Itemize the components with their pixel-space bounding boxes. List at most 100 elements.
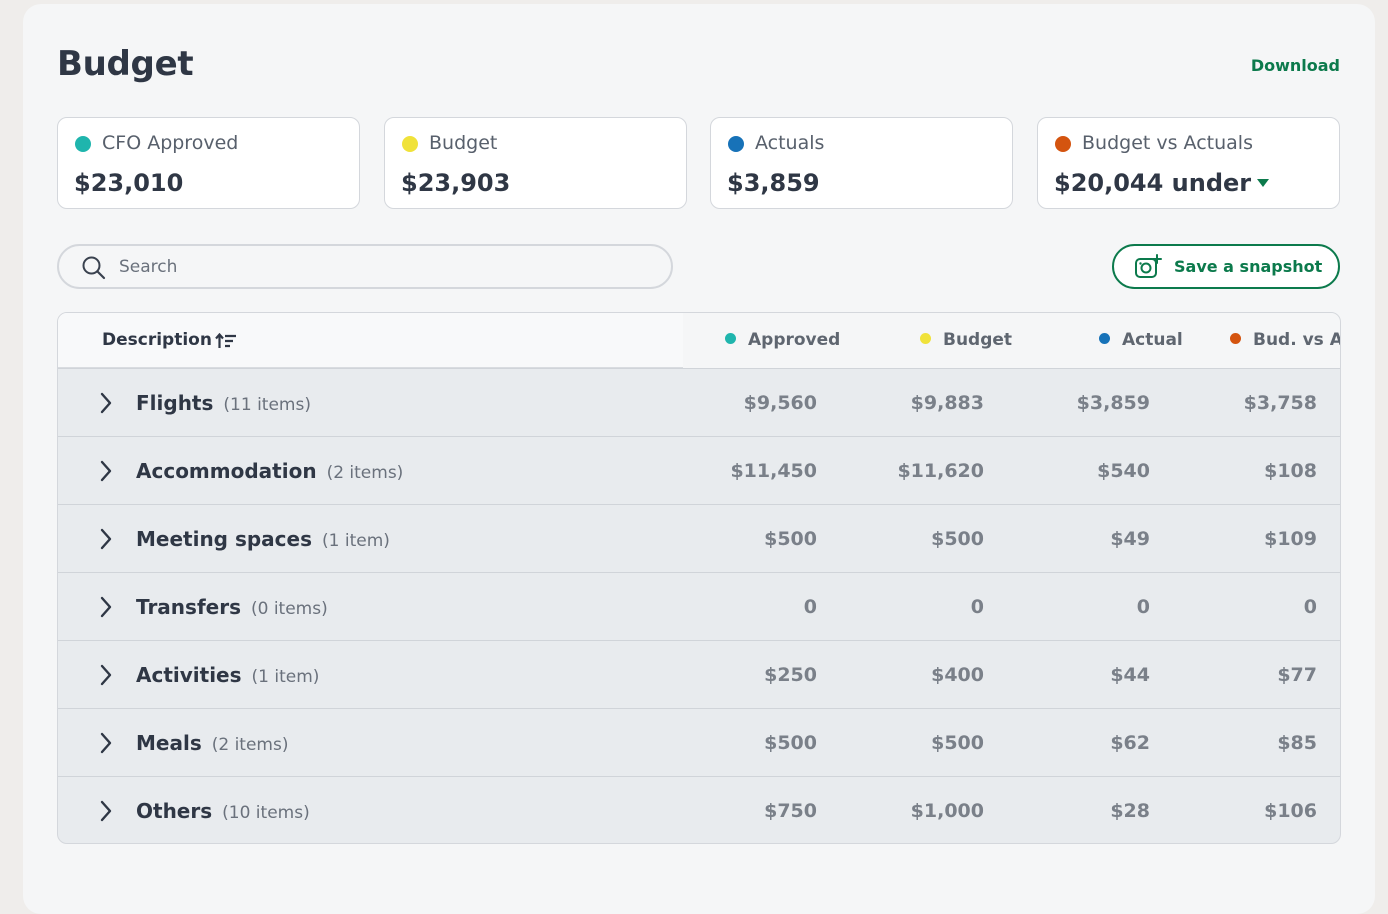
chevron-right-icon[interactable] xyxy=(99,527,113,551)
table-row[interactable]: Transfers (0 items) 0 0 0 0 xyxy=(58,572,1340,640)
row-item-count: (2 items) xyxy=(211,735,289,755)
caret-down-icon[interactable] xyxy=(1257,179,1269,187)
chevron-right-icon[interactable] xyxy=(99,391,113,415)
variance-dot-icon xyxy=(1055,136,1071,152)
row-item-count: (10 items) xyxy=(222,803,310,823)
approved-cell: $500 xyxy=(764,732,817,754)
save-snapshot-label: Save a snapshot xyxy=(1174,257,1323,276)
chevron-right-icon[interactable] xyxy=(99,663,113,687)
variance-dot-icon xyxy=(1230,333,1241,344)
budget-panel: Budget Download CFO Approved $23,010 Bud… xyxy=(23,4,1375,914)
row-label: Flights xyxy=(136,391,214,415)
row-item-count: (2 items) xyxy=(326,463,404,483)
row-label: Meals xyxy=(136,731,202,755)
table-row[interactable]: Activities (1 item) $250 $400 $44 $77 xyxy=(58,640,1340,708)
card-value: $23,903 xyxy=(401,169,511,197)
row-label: Accommodation xyxy=(136,459,317,483)
row-name: Meals (2 items) xyxy=(136,731,288,755)
row-label: Others xyxy=(136,799,213,823)
table-row[interactable]: Accommodation (2 items) $11,450 $11,620 $540… xyxy=(58,436,1340,504)
card-label: CFO Approved xyxy=(102,132,239,154)
card-value: $20,044 under xyxy=(1054,169,1252,197)
actual-cell: $28 xyxy=(1110,800,1150,822)
row-item-count: (1 item) xyxy=(251,667,320,687)
card-value: $23,010 xyxy=(74,169,184,197)
row-name: Transfers (0 items) xyxy=(136,595,328,619)
card-budget-vs-actuals[interactable]: Budget vs Actuals $20,044 under xyxy=(1037,117,1340,209)
card-budget: Budget $23,903 xyxy=(384,117,687,209)
page-title: Budget xyxy=(57,44,194,84)
budget-cell: $400 xyxy=(931,664,984,686)
budget-column-header[interactable]: Budget xyxy=(920,330,1012,350)
budget-cell: $500 xyxy=(931,732,984,754)
row-name: Accommodation (2 items) xyxy=(136,459,403,483)
column-label: Actual xyxy=(1122,330,1183,350)
budget-cell: $1,000 xyxy=(910,800,984,822)
variance-cell: $85 xyxy=(1277,732,1317,754)
table-row[interactable]: Meals (2 items) $500 $500 $62 $85 xyxy=(58,708,1340,776)
approved-cell: $9,560 xyxy=(743,392,817,414)
table-row[interactable]: Meeting spaces (1 item) $500 $500 $49 $109 xyxy=(58,504,1340,572)
approved-dot-icon xyxy=(75,136,91,152)
approved-cell: $750 xyxy=(764,800,817,822)
camera-plus-icon xyxy=(1135,254,1162,278)
budget-cell: 0 xyxy=(970,596,984,618)
actual-column-header[interactable]: Actual xyxy=(1099,330,1183,350)
row-item-count: (1 item) xyxy=(322,531,390,551)
approved-cell: $250 xyxy=(764,664,817,686)
budget-dot-icon xyxy=(920,333,931,344)
variance-cell: $108 xyxy=(1264,460,1317,482)
card-label: Budget vs Actuals xyxy=(1082,132,1253,154)
actual-cell: $44 xyxy=(1110,664,1150,686)
card-value: $3,859 xyxy=(727,169,820,197)
actual-cell: $49 xyxy=(1110,528,1150,550)
actual-cell: $62 xyxy=(1110,732,1150,754)
actual-cell: $540 xyxy=(1097,460,1150,482)
row-item-count: (0 items) xyxy=(250,599,328,619)
budget-cell: $9,883 xyxy=(910,392,984,414)
sort-icon[interactable] xyxy=(215,333,237,349)
card-label: Actuals xyxy=(755,132,825,154)
variance-cell: $106 xyxy=(1264,800,1317,822)
approved-cell: 0 xyxy=(803,596,817,618)
column-label: Approved xyxy=(748,330,841,350)
chevron-right-icon[interactable] xyxy=(99,731,113,755)
row-item-count: (11 items) xyxy=(223,395,311,415)
download-link[interactable]: Download xyxy=(1251,56,1340,75)
variance-column-header[interactable]: Bud. vs Ac xyxy=(1230,330,1340,350)
chevron-right-icon[interactable] xyxy=(99,459,113,483)
actual-cell: $3,859 xyxy=(1076,392,1150,414)
row-label: Activities xyxy=(136,663,242,687)
table-row[interactable]: Others (10 items) $750 $1,000 $28 $106 xyxy=(58,776,1340,843)
row-name: Flights (11 items) xyxy=(136,391,311,415)
search-input[interactable] xyxy=(119,253,649,281)
row-name: Others (10 items) xyxy=(136,799,310,823)
card-cfo-approved: CFO Approved $23,010 xyxy=(57,117,360,209)
row-name: Meeting spaces (1 item) xyxy=(136,527,390,551)
search-box[interactable] xyxy=(57,244,673,289)
column-label: Budget xyxy=(943,330,1013,350)
budget-dot-icon xyxy=(402,136,418,152)
budget-table: Description Approved Budget Actual Bud. … xyxy=(57,312,1341,844)
approved-cell: $11,450 xyxy=(730,460,817,482)
chevron-right-icon[interactable] xyxy=(99,799,113,823)
description-column-header[interactable]: Description xyxy=(102,330,212,350)
approved-column-header[interactable]: Approved xyxy=(725,330,840,350)
variance-cell: 0 xyxy=(1303,596,1317,618)
table-row[interactable]: Flights (11 items) $9,560 $9,883 $3,859 $3,75… xyxy=(58,368,1340,436)
column-label: Bud. vs Ac xyxy=(1253,330,1340,350)
save-snapshot-button[interactable]: Save a snapshot xyxy=(1112,244,1340,289)
row-label: Meeting spaces xyxy=(136,527,313,551)
approved-cell: $500 xyxy=(764,528,817,550)
variance-cell: $109 xyxy=(1264,528,1317,550)
chevron-right-icon[interactable] xyxy=(99,595,113,619)
row-label: Transfers xyxy=(136,595,241,619)
variance-cell: $3,758 xyxy=(1243,392,1317,414)
table-header: Description Approved Budget Actual Bud. … xyxy=(58,313,1340,368)
row-name: Activities (1 item) xyxy=(136,663,319,687)
approved-dot-icon xyxy=(725,333,736,344)
card-actuals: Actuals $3,859 xyxy=(710,117,1013,209)
actual-dot-icon xyxy=(1099,333,1110,344)
budget-cell: $11,620 xyxy=(897,460,984,482)
actual-cell: 0 xyxy=(1136,596,1150,618)
